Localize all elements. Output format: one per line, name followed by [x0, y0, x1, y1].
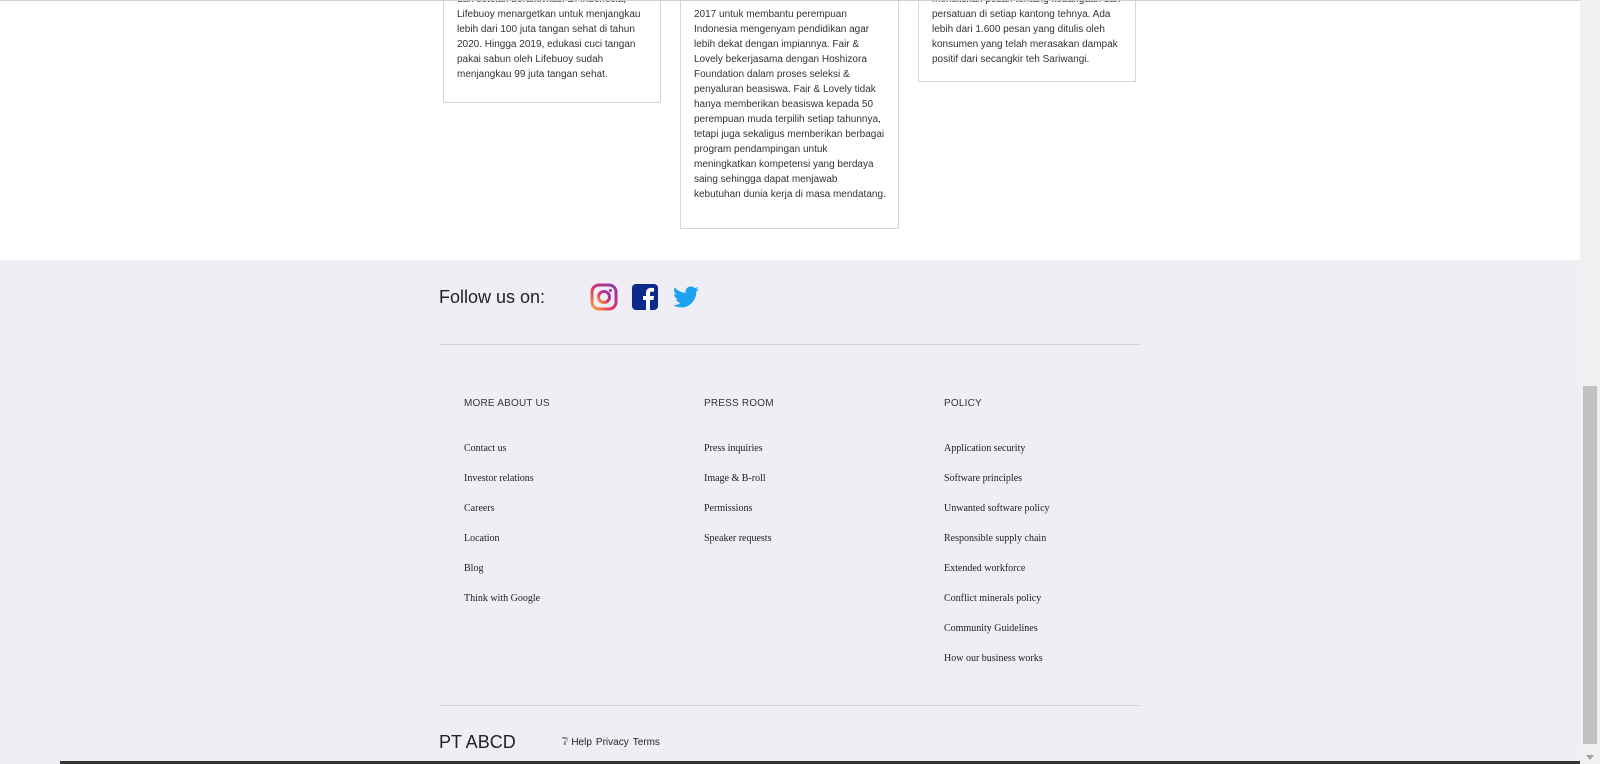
- card-text: 2017 untuk membantu perempuan Indonesia …: [694, 9, 886, 200]
- privacy-link[interactable]: Privacy: [596, 737, 629, 748]
- footer-link-community-guidelines[interactable]: Community Guidelines: [944, 623, 1050, 653]
- scrollbar-thumb[interactable]: [1583, 386, 1597, 744]
- footer-link-application-security[interactable]: Application security: [944, 443, 1050, 473]
- story-card-lifebuoy: dan setelah beraktivitas. Di Indonesia, …: [443, 1, 661, 103]
- press-room-column: PRESS ROOM Press inquiries Image & B-rol…: [704, 398, 774, 563]
- footer-link-software-principles[interactable]: Software principles: [944, 473, 1050, 503]
- footer-link-blog[interactable]: Blog: [464, 563, 550, 593]
- footer-link-speaker-requests[interactable]: Speaker requests: [704, 533, 774, 563]
- footer-link-how-our-business-works[interactable]: How our business works: [944, 653, 1050, 683]
- card-text: dan setelah beraktivitas. Di Indonesia, …: [457, 1, 641, 80]
- help-icon[interactable]: ❔︎: [562, 736, 569, 749]
- footer-bottom-row: PT ABCD ❔︎ Help Privacy Terms: [439, 732, 664, 753]
- twitter-icon[interactable]: [672, 283, 700, 311]
- footer-link-unwanted-software-policy[interactable]: Unwanted software policy: [944, 503, 1050, 533]
- terms-link[interactable]: Terms: [633, 737, 660, 748]
- footer-link-location[interactable]: Location: [464, 533, 550, 563]
- footer-link-image-broll[interactable]: Image & B-roll: [704, 473, 774, 503]
- follow-us-row: Follow us on:: [439, 280, 713, 314]
- footer-link-think-with-google[interactable]: Think with Google: [464, 593, 550, 623]
- scroll-down-arrow-icon[interactable]: [1586, 755, 1594, 760]
- follow-label: Follow us on:: [439, 286, 546, 307]
- story-card-fair-lovely: 2017 untuk membantu perempuan Indonesia …: [680, 1, 899, 229]
- more-about-us-column: MORE ABOUT US Contact us Investor relati…: [464, 398, 550, 623]
- story-card-sariwangi: menuliskan pesan tentang kebangaan dan p…: [918, 1, 1136, 82]
- footer-divider: [439, 344, 1140, 345]
- footer-divider: [439, 705, 1140, 706]
- footer-link-permissions[interactable]: Permissions: [704, 503, 774, 533]
- site-footer: Follow us on: MORE ABOUT US Contact us I…: [0, 260, 1580, 764]
- column-heading: PRESS ROOM: [704, 398, 774, 409]
- story-cards-section: dan setelah beraktivitas. Di Indonesia, …: [0, 0, 1580, 260]
- column-heading: MORE ABOUT US: [464, 398, 550, 409]
- instagram-icon[interactable]: [590, 283, 618, 311]
- footer-bottom-links: ❔︎ Help Privacy Terms: [562, 736, 664, 749]
- card-text: menuliskan pesan tentang kebangaan dan p…: [932, 1, 1120, 65]
- column-heading: POLICY: [944, 398, 982, 409]
- footer-link-contact-us[interactable]: Contact us: [464, 443, 550, 473]
- help-link[interactable]: Help: [571, 737, 592, 748]
- footer-link-investor-relations[interactable]: Investor relations: [464, 473, 550, 503]
- footer-link-responsible-supply-chain[interactable]: Responsible supply chain: [944, 533, 1050, 563]
- policy-column: POLICY Application security Software pri…: [944, 398, 1050, 683]
- footer-link-careers[interactable]: Careers: [464, 503, 550, 533]
- footer-link-extended-workforce[interactable]: Extended workforce: [944, 563, 1050, 593]
- vertical-scrollbar[interactable]: [1580, 0, 1600, 764]
- footer-link-conflict-minerals-policy[interactable]: Conflict minerals policy: [944, 593, 1050, 623]
- footer-link-press-inquiries[interactable]: Press inquiries: [704, 443, 774, 473]
- company-name: PT ABCD: [439, 732, 516, 752]
- facebook-icon[interactable]: [631, 283, 659, 311]
